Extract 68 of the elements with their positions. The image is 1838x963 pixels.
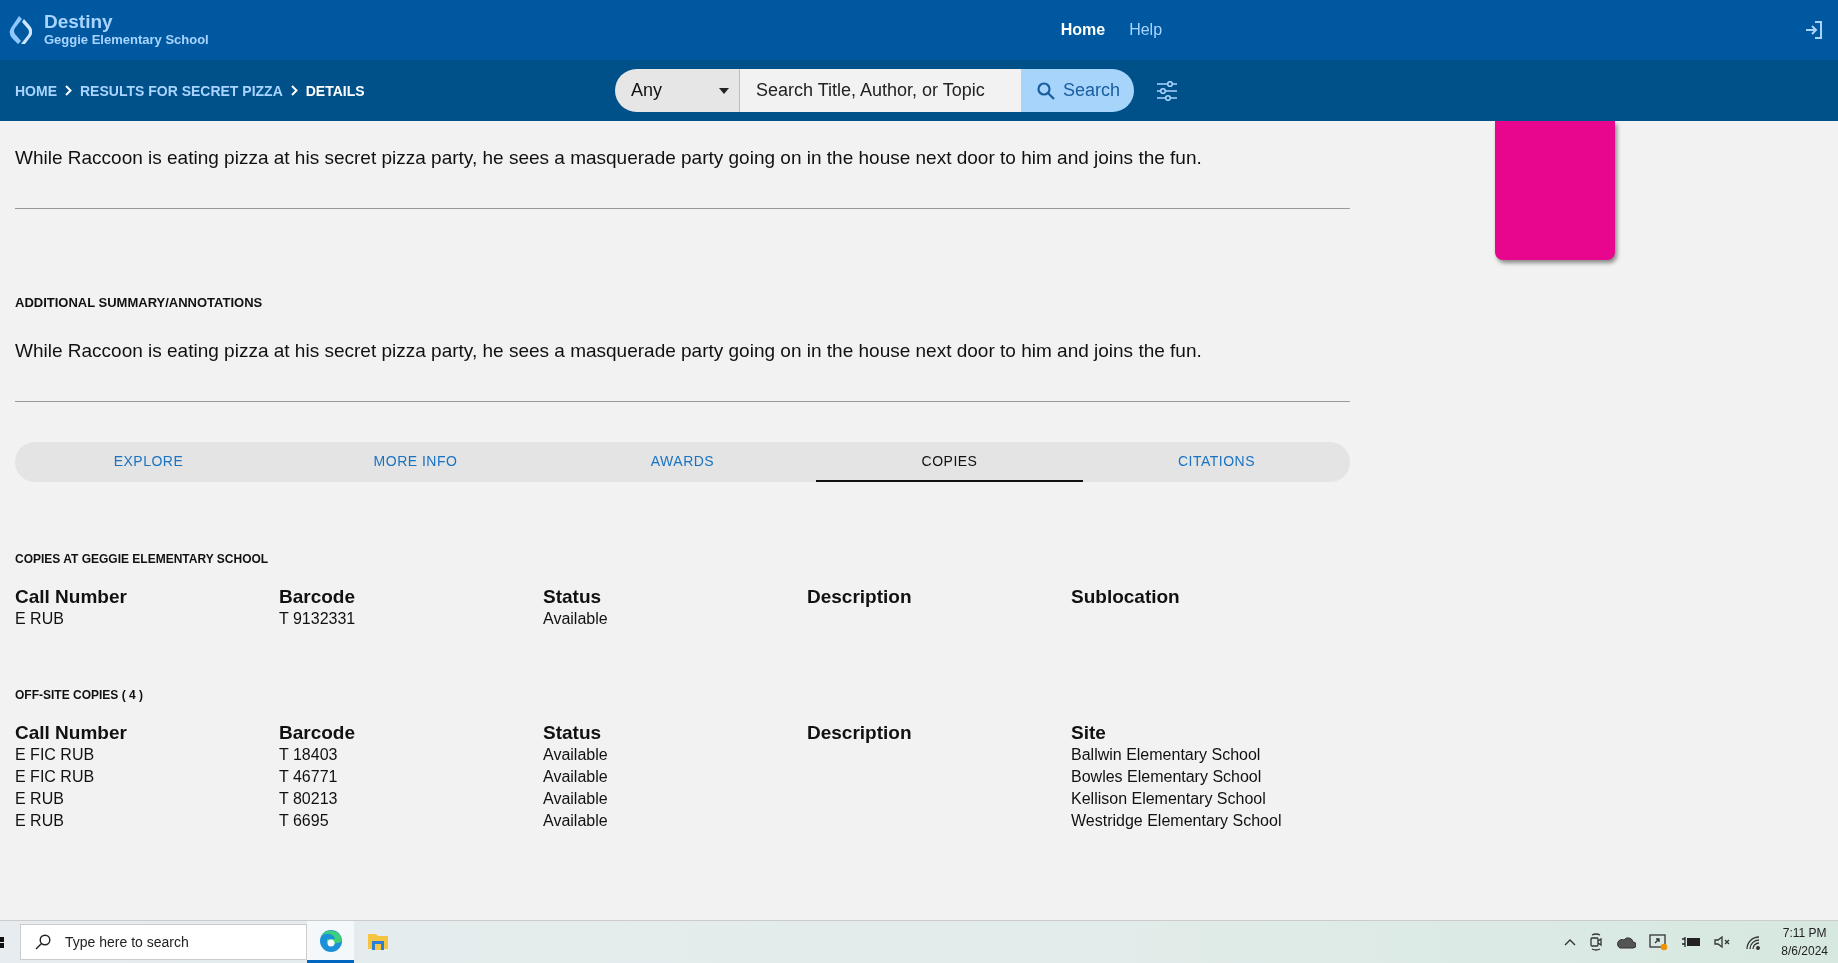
summary-text: While Raccoon is eating pizza at his secret pizza party, he sees a masquerade party going on in the house next door to him and joins the fun. <box>15 147 1350 209</box>
column-header: Call Number <box>15 586 128 608</box>
table-cell-text: Available <box>543 745 609 765</box>
table-cell-text: E RUB <box>15 789 65 809</box>
tab[interactable]: CITATIONS <box>1083 442 1350 482</box>
school-name: Geggie Elementary School <box>44 33 209 48</box>
chevron-up-icon[interactable] <box>1564 938 1577 946</box>
table-cell-text: Bowles Elementary School <box>1071 767 1263 787</box>
table-cell-text: E RUB <box>15 609 65 629</box>
breadcrumb-link[interactable]: DETAILS <box>305 82 365 99</box>
table-cell-text: E RUB <box>15 811 65 831</box>
table-cell-text: E FIC RUB <box>15 745 96 765</box>
app-name: Destiny <box>44 12 114 34</box>
table-cell-text: Available <box>543 789 609 809</box>
cloud-icon[interactable] <box>1616 935 1637 949</box>
chevron-icon <box>65 85 72 96</box>
section-heading: COPIES AT GEGGIE ELEMENTARY SCHOOL <box>15 552 270 566</box>
nav-link[interactable]: Home <box>1060 21 1106 39</box>
column-header: Status <box>543 722 603 744</box>
column-header: Description <box>807 722 913 744</box>
table-cell-text: T 80213 <box>279 789 339 809</box>
column-header: Status <box>543 586 603 608</box>
breadcrumb-link[interactable]: HOME <box>15 82 57 99</box>
caret-icon <box>719 87 729 94</box>
battery-icon[interactable] <box>1681 936 1702 948</box>
table-cell-text: Available <box>543 811 609 831</box>
clock-time[interactable]: 7:11 PM <box>1782 924 1827 942</box>
browser-icon <box>318 928 343 953</box>
breadcrumb-link[interactable]: RESULTS FOR SECRET PIZZA <box>80 82 283 99</box>
table-cell-text: T 6695 <box>279 811 330 831</box>
search-field[interactable]: Search Title, Author, or Topic <box>739 69 1021 112</box>
camera-icon[interactable] <box>1589 933 1604 951</box>
table-cell-text: Available <box>543 609 609 629</box>
table-cell-text: T 18403 <box>279 745 339 765</box>
table-cell-text: Ballwin Elementary School <box>1071 745 1262 765</box>
scope-dropdown[interactable]: Any <box>615 69 739 112</box>
chevron-icon <box>290 85 298 96</box>
table-cell-text: T 9132331 <box>279 609 357 629</box>
table-cell-text: T 46771 <box>279 767 339 787</box>
tab[interactable]: COPIES <box>816 442 1083 482</box>
search-button[interactable]: Search <box>1021 69 1135 112</box>
search-icon <box>1037 81 1055 100</box>
column-header: Sublocation <box>1071 586 1181 608</box>
column-header: Site <box>1071 722 1107 744</box>
nav-link[interactable]: Help <box>1129 21 1163 39</box>
taskbar-search-field[interactable]: Type here to search <box>20 924 307 960</box>
tab[interactable]: EXPLORE <box>15 442 282 482</box>
filter-settings-icon[interactable] <box>1156 80 1179 101</box>
table-cell-text: Available <box>543 767 609 787</box>
clock-date[interactable]: 8/6/2024 <box>1781 942 1828 960</box>
table-cell-text: E FIC RUB <box>15 767 96 787</box>
column-header: Barcode <box>279 586 357 608</box>
search-icon <box>35 934 51 950</box>
column-header: Description <box>807 586 913 608</box>
logo-icon <box>8 14 32 46</box>
monitor-icon[interactable] <box>1649 933 1669 951</box>
wifi-icon[interactable] <box>1745 934 1763 950</box>
sign-in-icon[interactable] <box>1804 20 1824 40</box>
tab[interactable]: MORE INFO <box>282 442 549 482</box>
table-cell-text: Westridge Elementary School <box>1071 811 1283 831</box>
column-header: Call Number <box>15 722 128 744</box>
tab[interactable]: AWARDS <box>549 442 816 482</box>
taskbar-app-button[interactable] <box>307 921 354 963</box>
section-heading: ADDITIONAL SUMMARY/ANNOTATIONS <box>15 295 264 310</box>
table-cell-text: Kellison Elementary School <box>1071 789 1267 809</box>
column-header: Barcode <box>279 722 357 744</box>
annotation-text: While Raccoon is eating pizza at his secret pizza party, he sees a masquerade party going on in the house next door to him and joins the fun. <box>15 340 1350 402</box>
section-heading: OFF-SITE COPIES ( 4 ) <box>15 688 144 702</box>
